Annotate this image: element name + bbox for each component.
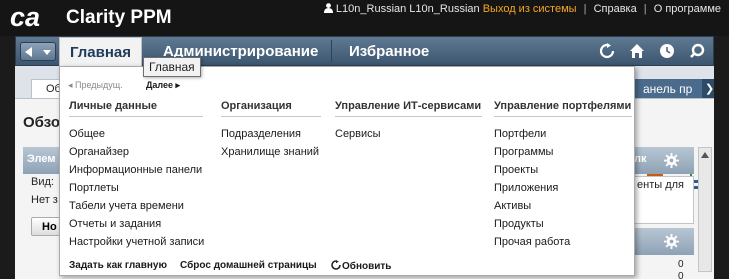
menu-list: Подразделения Хранилище знаний	[221, 128, 321, 164]
menu-column-it-services: Управление ИТ-сервисами Сервисы	[335, 100, 482, 146]
user-icon	[323, 3, 333, 13]
separator: |	[643, 3, 647, 15]
menu-column-personal: Личные данные Общее Органайзер Информаци…	[69, 100, 204, 254]
menu-item-services[interactable]: Сервисы	[335, 128, 482, 146]
menu-item-portlets[interactable]: Портлеты	[69, 182, 203, 200]
value-cell: 0	[678, 259, 684, 270]
menu-item-products[interactable]: Продукты	[494, 218, 632, 236]
right-portlet-title: лк	[634, 153, 647, 165]
home-icon[interactable]	[629, 43, 645, 59]
tab-favorites[interactable]: Избранное	[339, 37, 439, 66]
menu-item-other-work[interactable]: Прочая работа	[494, 236, 632, 254]
main-nav-bar: Главная Администрирование Избранное	[15, 36, 714, 68]
menu-item-portfolios[interactable]: Портфели	[494, 128, 632, 146]
column-header: Личные данные	[69, 100, 203, 117]
menu-item-assets[interactable]: Активы	[494, 200, 632, 218]
help-link[interactable]: Справка	[594, 3, 637, 15]
column-header: Управление портфелями	[494, 100, 632, 117]
history-button[interactable]	[20, 42, 56, 61]
user-nav: L10n_Russian L10n_Russian Выход из систе…	[323, 3, 721, 15]
page-title: Обзо	[23, 114, 60, 131]
back-arrow-icon	[25, 47, 32, 57]
menu-item-programs[interactable]: Программы	[494, 146, 632, 164]
scroll-up-icon[interactable]	[701, 152, 709, 158]
nav-icons	[588, 43, 705, 59]
top-bar: ca Clarity PPM L10n_Russian L10n_Russian…	[0, 0, 729, 36]
refresh-label: Обновить	[342, 261, 392, 272]
right-portlet-text: енты для	[637, 179, 684, 191]
menu-item-account-settings[interactable]: Настройки учетной записи	[69, 236, 204, 254]
next-link[interactable]: Далее ▸	[146, 80, 180, 91]
menu-column-organization: Организация Подразделения Хранилище знан…	[221, 100, 321, 164]
about-link[interactable]: О программе	[654, 3, 721, 15]
menu-item-general[interactable]: Общее	[69, 128, 203, 146]
reset-home-link[interactable]: Сброс домашней страницы	[180, 260, 317, 271]
menu-item-departments[interactable]: Подразделения	[221, 128, 321, 146]
menu-list: Общее Органайзер Информационные панели П…	[69, 128, 204, 254]
menu-item-projects[interactable]: Проекты	[494, 164, 632, 182]
gear-icon[interactable]	[664, 153, 679, 168]
menu-column-portfolios: Управление портфелями Портфели Программы…	[494, 100, 632, 254]
previous-link[interactable]: ◂ Предыдущ.	[68, 80, 123, 91]
refresh-icon[interactable]	[599, 43, 615, 59]
svg-text:ca: ca	[10, 4, 40, 30]
search-icon[interactable]	[689, 43, 705, 59]
gear-icon[interactable]	[664, 234, 679, 249]
menu-item-applications[interactable]: Приложения	[494, 182, 632, 200]
menu-item-dashboards[interactable]: Информационные панели	[69, 164, 203, 182]
menu-item-reports-jobs[interactable]: Отчеты и задания	[69, 218, 203, 236]
empty-label: Нет з	[31, 194, 58, 206]
menu-item-timesheets[interactable]: Табели учета времени	[69, 200, 203, 218]
set-as-home-link[interactable]: Задать как главную	[69, 260, 167, 271]
chevron-right-icon[interactable]: ❯	[702, 79, 714, 98]
column-header: Организация	[221, 100, 321, 117]
menu-item-knowledge-store[interactable]: Хранилище знаний	[221, 146, 321, 164]
separator: |	[583, 3, 587, 15]
column-header: Управление ИТ-сервисами	[335, 100, 482, 117]
app-title: Clarity PPM	[66, 7, 172, 28]
scrollbar[interactable]	[698, 147, 712, 272]
menu-item-organizer[interactable]: Органайзер	[69, 146, 203, 164]
logout-link[interactable]: Выход из системы	[483, 3, 577, 15]
tab-home[interactable]: Главная	[59, 37, 143, 68]
portlet-header: Элем	[23, 147, 63, 174]
tooltip: Главная	[143, 57, 201, 77]
menu-list: Портфели Программы Проекты Приложения Ак…	[494, 128, 632, 254]
ca-logo: ca	[10, 4, 40, 30]
menu-list: Сервисы	[335, 128, 482, 146]
view-label: Вид:	[31, 176, 54, 188]
tab-dashboard-label: анель пр	[643, 82, 693, 96]
clock-icon[interactable]	[659, 43, 675, 59]
value-cell: 0	[678, 271, 684, 279]
refresh-icon	[331, 260, 341, 270]
chevron-down-icon	[43, 50, 51, 55]
refresh-link[interactable]: Обновить	[331, 260, 391, 272]
tab-dashboard[interactable]: анель пр ❯	[633, 79, 714, 98]
user-name[interactable]: L10n_Russian L10n_Russian	[336, 3, 480, 15]
home-dropdown-menu: ◂ Предыдущ. Далее ▸ Личные данные Общее …	[59, 66, 635, 276]
